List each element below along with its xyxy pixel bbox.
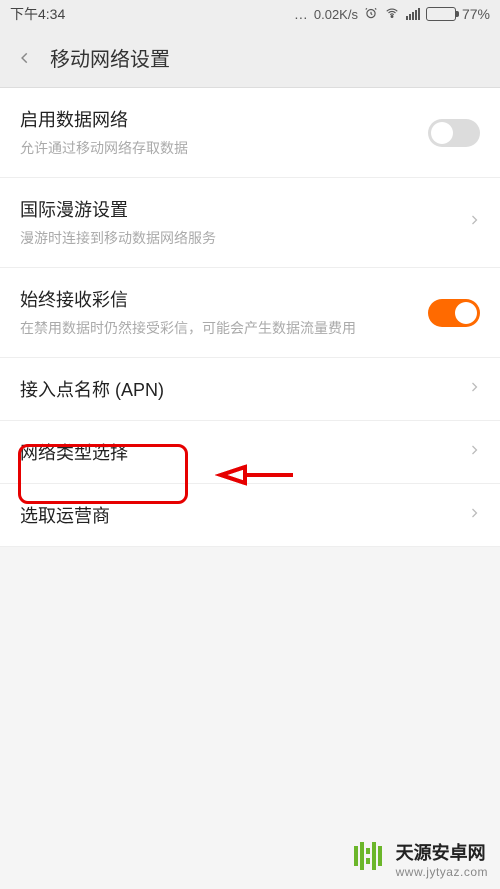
page-title: 移动网络设置 [50, 43, 170, 72]
chevron-right-icon [468, 440, 480, 465]
watermark: 天源安卓网 www.jytyaz.com [352, 838, 488, 879]
item-enable-data[interactable]: 启用数据网络 允许通过移动网络存取数据 [0, 88, 500, 178]
chevron-right-icon [468, 210, 480, 235]
item-subtitle: 允许通过移动网络存取数据 [20, 138, 418, 159]
item-title: 选取运营商 [20, 502, 458, 528]
more-icon: … [294, 6, 308, 22]
item-network-type[interactable]: 网络类型选择 [0, 421, 500, 484]
item-apn[interactable]: 接入点名称 (APN) [0, 358, 500, 421]
toggle-mms[interactable] [428, 299, 480, 327]
signal-icon [406, 8, 420, 20]
battery-icon [426, 7, 456, 21]
status-right: … 0.02K/s 77% [294, 6, 490, 23]
watermark-logo-icon [352, 838, 388, 879]
page-header: 移动网络设置 [0, 28, 500, 88]
item-title: 网络类型选择 [20, 439, 458, 465]
item-carrier[interactable]: 选取运营商 [0, 484, 500, 547]
item-roaming[interactable]: 国际漫游设置 漫游时连接到移动数据网络服务 [0, 178, 500, 268]
item-title: 启用数据网络 [20, 106, 418, 132]
watermark-url: www.jytyaz.com [396, 865, 488, 879]
chevron-right-icon [468, 503, 480, 528]
settings-list: 启用数据网络 允许通过移动网络存取数据 国际漫游设置 漫游时连接到移动数据网络服… [0, 88, 500, 547]
item-title: 国际漫游设置 [20, 196, 458, 222]
toggle-enable-data[interactable] [428, 119, 480, 147]
status-time: 下午4:34 [10, 4, 65, 24]
alarm-icon [364, 6, 378, 23]
back-button[interactable] [10, 47, 40, 69]
chevron-right-icon [468, 377, 480, 402]
item-mms[interactable]: 始终接收彩信 在禁用数据时仍然接受彩信，可能会产生数据流量费用 [0, 268, 500, 358]
item-title: 接入点名称 (APN) [20, 376, 458, 402]
battery-percent: 77% [462, 6, 490, 22]
item-subtitle: 在禁用数据时仍然接受彩信，可能会产生数据流量费用 [20, 318, 380, 339]
status-bar: 下午4:34 … 0.02K/s 77% [0, 0, 500, 28]
item-subtitle: 漫游时连接到移动数据网络服务 [20, 228, 458, 249]
network-speed: 0.02K/s [314, 7, 358, 22]
watermark-title: 天源安卓网 [396, 839, 488, 865]
wifi-icon [384, 6, 400, 23]
item-title: 始终接收彩信 [20, 286, 418, 312]
